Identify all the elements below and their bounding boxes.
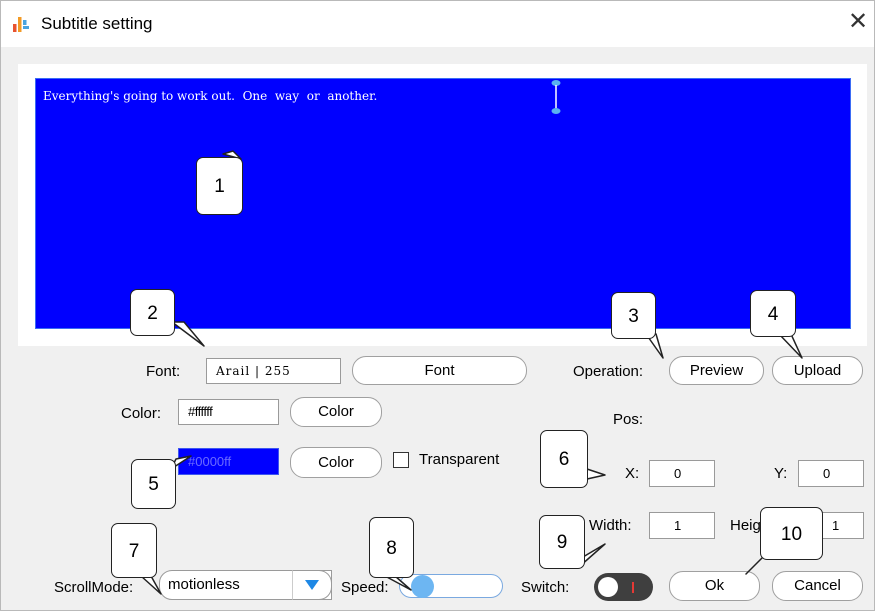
- callout-3: 3: [611, 292, 656, 339]
- callout-4: 4: [750, 290, 796, 337]
- callout-5: 5: [131, 459, 176, 509]
- callout-9: 9: [539, 515, 585, 569]
- callout-1: 1: [196, 157, 243, 215]
- callout-6: 6: [540, 430, 588, 488]
- subtitle-setting-dialog: Subtitle setting ✕ Everything's going to…: [0, 0, 875, 611]
- callout-7: 7: [111, 523, 157, 578]
- callout-10: 10: [760, 507, 823, 560]
- callout-2: 2: [130, 289, 175, 336]
- callout-8: 8: [369, 517, 414, 578]
